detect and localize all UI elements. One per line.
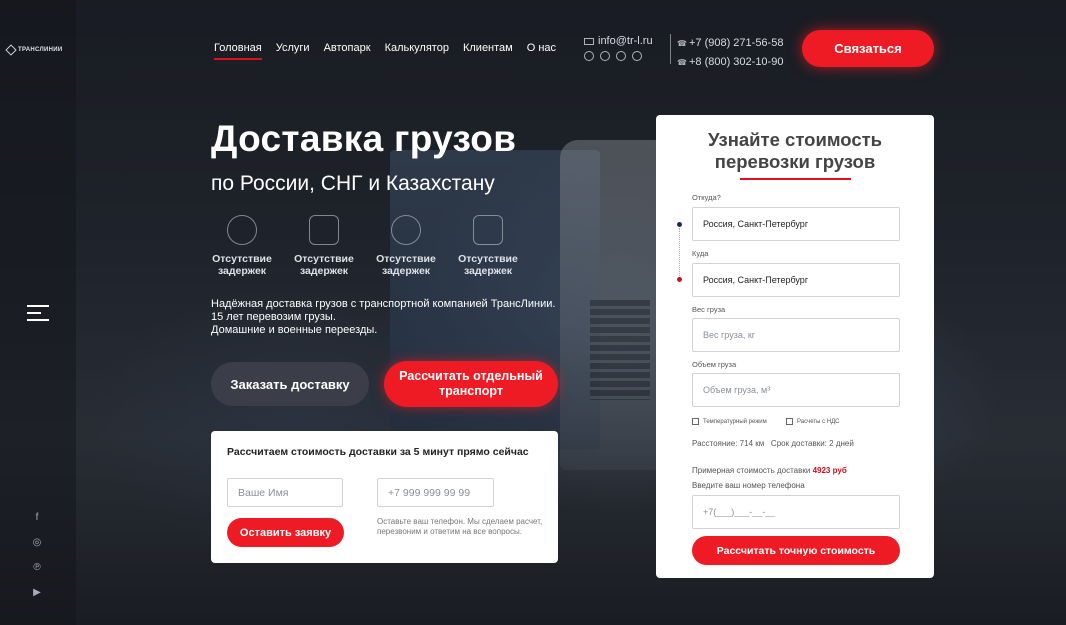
calculator-title: Узнайте стоимость перевозки грузов: [656, 129, 934, 173]
order-delivery-button[interactable]: Заказать доставку: [211, 362, 369, 406]
calculator-title-line: Узнайте стоимость: [707, 129, 883, 150]
quick-request-form: Рассчитаем стоимость доставки за 5 минут…: [211, 431, 558, 563]
volume-label: Объем груза: [692, 360, 737, 369]
nav-item-clients[interactable]: Клиентам: [463, 42, 513, 54]
whatsapp-icon[interactable]: [600, 51, 610, 61]
facebook-icon[interactable]: f: [31, 512, 43, 524]
email-text: info@tr-l.ru: [598, 35, 653, 47]
nav-item-calculator[interactable]: Калькулятор: [385, 42, 449, 54]
feature-item: Отсутствие задержек: [293, 215, 355, 277]
phone-label: Введите ваш номер телефона: [692, 481, 805, 490]
feature-item: Отсутствие задержек: [211, 215, 273, 277]
vat-checkbox[interactable]: Расчеты с НДС: [786, 418, 839, 425]
hero-subtitle: по России, СНГ и Казахстану: [211, 172, 495, 195]
description-line: 15 лет перевозим грузы.: [211, 311, 336, 323]
clipboard-icon: [309, 215, 339, 245]
feature-item: Отсутствие задержек: [375, 215, 437, 277]
route-line: [679, 228, 680, 278]
quick-form-note: Оставьте ваш телефон. Мы сделаем расчет,…: [377, 517, 543, 536]
distance-info: Расстояние: 714 км Срок доставки: 2 дней: [692, 439, 854, 448]
to-label: Куда: [692, 249, 709, 258]
submit-request-button[interactable]: Оставить заявку: [227, 518, 344, 547]
instagram-icon[interactable]: ◎: [31, 537, 43, 549]
calculate-exact-cost-button[interactable]: Рассчитать точную стоимость: [692, 536, 900, 565]
checkbox-label: Температурный режим: [703, 418, 767, 425]
header-divider: [670, 34, 671, 64]
instagram-icon[interactable]: [632, 51, 642, 61]
logo[interactable]: ТРАНСЛИНИИ: [5, 44, 63, 56]
price-value: 4923 руб: [812, 466, 847, 475]
checkbox-box[interactable]: [692, 418, 699, 425]
logo-mark-icon: [5, 44, 17, 56]
social-links: f ◎ ℗ ▶: [31, 512, 43, 599]
price-label: Примерная стоимость доставки: [692, 466, 811, 475]
feature-label: Отсутствие задержек: [458, 253, 518, 277]
from-label: Откуда?: [692, 193, 721, 202]
pinterest-icon[interactable]: ℗: [31, 562, 43, 574]
mail-icon: [584, 37, 594, 45]
route-end-dot: [677, 277, 682, 282]
route-start-dot: [677, 222, 682, 227]
nav-item-services[interactable]: Услуги: [276, 42, 310, 54]
term-value: 2 дней: [829, 439, 854, 448]
price-info: Примерная стоимость доставки 4923 руб: [692, 466, 847, 475]
main-nav: Головная Услуги Автопарк Калькулятор Кли…: [214, 42, 556, 60]
feature-label: Отсутствие задержек: [376, 253, 436, 277]
vk-icon[interactable]: [584, 51, 594, 61]
volume-input[interactable]: [692, 373, 900, 407]
menu-burger-icon[interactable]: [27, 305, 49, 321]
temperature-checkbox[interactable]: Температурный режим: [692, 418, 767, 425]
from-input[interactable]: [692, 207, 900, 241]
nav-item-home[interactable]: Головная: [214, 42, 262, 60]
distance-label: Расстояние:: [692, 439, 738, 448]
logo-text: ТРАНСЛИНИИ: [18, 47, 63, 53]
feature-item: Отсутствие задержек: [457, 215, 519, 277]
quick-form-title: Рассчитаем стоимость доставки за 5 минут…: [227, 446, 529, 458]
name-input[interactable]: [227, 478, 343, 507]
weight-input[interactable]: [692, 318, 900, 352]
calculate-transport-button[interactable]: Рассчитать отдельный транспорт: [384, 361, 558, 407]
to-input[interactable]: [692, 263, 900, 297]
term-label: Срок доставки:: [770, 439, 827, 448]
phone-input[interactable]: [377, 478, 494, 507]
phone-1[interactable]: +7 (908) 271-56-58: [677, 34, 783, 53]
title-underline: [740, 178, 851, 180]
whatsapp-icon[interactable]: [616, 51, 626, 61]
description-line: Домашние и военные переезды.: [211, 324, 378, 336]
youtube-icon[interactable]: ▶: [31, 587, 43, 599]
weight-label: Вес груза: [692, 305, 726, 314]
description-line: Надёжная доставка грузов с транспортной …: [211, 298, 556, 310]
checkbox-box[interactable]: [786, 418, 793, 425]
stopwatch-icon: [227, 215, 257, 245]
feature-label: Отсутствие задержек: [212, 253, 272, 277]
door-icon: [473, 215, 503, 245]
phone-2[interactable]: +8 (800) 302-10-90: [677, 53, 783, 72]
messenger-links: [584, 51, 642, 61]
distance-value: 714 км: [739, 439, 765, 448]
checkbox-label: Расчеты с НДС: [797, 418, 840, 425]
feature-label: Отсутствие задержек: [294, 253, 354, 277]
features-list: Отсутствие задержек Отсутствие задержек …: [211, 215, 519, 277]
hero-title: Доставка грузов: [211, 118, 517, 159]
nav-item-fleet[interactable]: Автопарк: [324, 42, 371, 54]
contact-phones: +7 (908) 271-56-58 +8 (800) 302-10-90: [677, 34, 783, 72]
contact-email[interactable]: info@tr-l.ru: [584, 35, 653, 47]
hero-description: Надёжная доставка грузов с транспортной …: [211, 298, 571, 337]
contact-button[interactable]: Связаться: [802, 30, 934, 67]
calculator-phone-input[interactable]: [692, 495, 900, 529]
nav-item-about[interactable]: О нас: [527, 42, 556, 54]
cost-calculator: Узнайте стоимость перевозки грузов Откуд…: [656, 115, 934, 578]
calculator-title-line: перевозки грузов: [714, 151, 876, 172]
manager-icon: [391, 215, 421, 245]
